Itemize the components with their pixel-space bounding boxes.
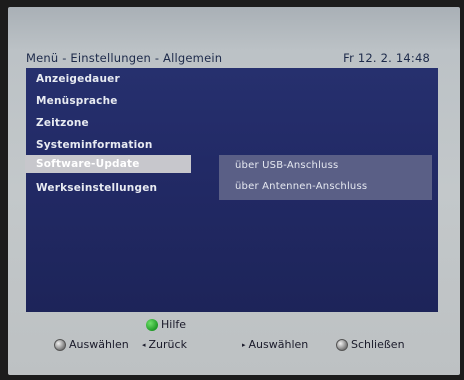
exit-button-icon <box>336 338 348 351</box>
footer-hints: Hilfe Auswählen ◂ Zurück ▸ Auswählen Sch… <box>26 312 438 364</box>
hint-select-ok[interactable]: Auswählen <box>54 338 129 351</box>
hint-help[interactable]: Hilfe <box>146 318 186 331</box>
hint-select-right[interactable]: ▸ Auswählen <box>242 338 308 351</box>
menu-item-menuesprache[interactable]: Menüsprache <box>36 95 118 107</box>
hint-close-label: Schließen <box>351 338 405 351</box>
menu-item-zeitzone[interactable]: Zeitzone <box>36 117 89 129</box>
submenu-item-usb[interactable]: über USB-Anschluss <box>235 160 338 171</box>
menu-item-systeminformation[interactable]: Systeminformation <box>36 139 153 151</box>
menu-item-software-update[interactable]: Software-Update <box>25 155 191 173</box>
left-arrow-icon: ◂ <box>142 340 146 349</box>
hint-select-right-label: Auswählen <box>248 338 309 351</box>
hint-back-label: Zurück <box>148 338 187 351</box>
submenu-panel: über USB-Anschluss über Antennen-Anschlu… <box>219 155 432 200</box>
hint-back[interactable]: ◂ Zurück <box>142 338 187 351</box>
submenu-item-antenna[interactable]: über Antennen-Anschluss <box>235 181 367 192</box>
hint-help-label: Hilfe <box>161 318 187 331</box>
ok-button-icon <box>54 338 66 351</box>
date-time: Fr 12. 2. 14:48 <box>343 51 430 65</box>
green-button-icon <box>146 318 158 331</box>
breadcrumb-title: Menü - Einstellungen - Allgemein <box>26 51 223 65</box>
right-arrow-icon: ▸ <box>242 340 246 349</box>
menu-item-werkseinstellungen[interactable]: Werkseinstellungen <box>36 182 157 194</box>
menu-item-anzeigedauer[interactable]: Anzeigedauer <box>36 73 120 85</box>
hint-select-ok-label: Auswählen <box>69 338 129 351</box>
hint-close[interactable]: Schließen <box>336 338 405 351</box>
